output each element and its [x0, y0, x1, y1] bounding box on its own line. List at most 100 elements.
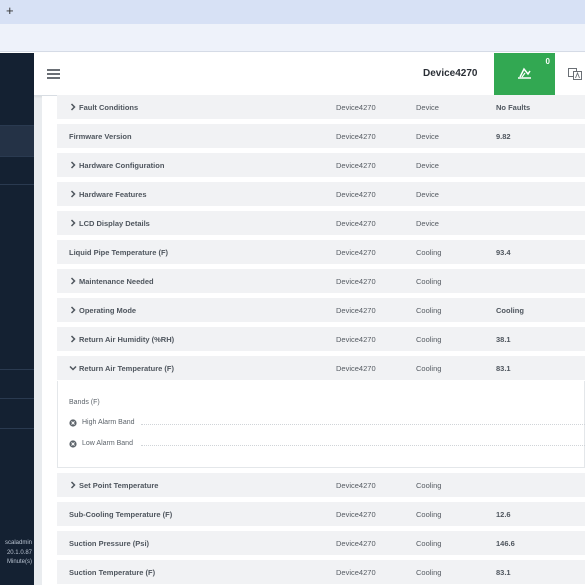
new-tab-button[interactable]: +	[6, 3, 14, 18]
parameter-category: Cooling	[416, 335, 442, 344]
parameter-value: 9.82	[496, 132, 511, 141]
parameter-device: Device4270	[336, 539, 376, 548]
list-item[interactable]: Liquid Pipe Temperature (F) Device4270 Coo…	[57, 240, 585, 264]
parameter-value: 146.6	[496, 539, 515, 548]
sidebar-divider	[0, 398, 34, 399]
parameter-name: Hardware Features	[79, 190, 147, 199]
parameter-device: Device4270	[336, 132, 376, 141]
parameter-device: Device4270	[336, 103, 376, 112]
parameter-device: Device4270	[336, 364, 376, 373]
parameter-name: Fault Conditions	[79, 103, 139, 112]
parameter-name: Set Point Temperature	[79, 481, 159, 490]
list-item[interactable]: Maintenance Needed Device4270 Cooling	[57, 269, 585, 293]
chevron-right-icon	[70, 306, 76, 314]
parameter-value: 83.1	[496, 364, 511, 373]
band-track	[141, 445, 585, 446]
list-item[interactable]: Operating Mode Device4270 Cooling Cooling	[57, 298, 585, 322]
list-item[interactable]: LCD Display Details Device4270 Device	[57, 211, 585, 235]
alarm-bell-icon	[518, 67, 531, 79]
sidebar-divider	[0, 428, 34, 429]
high-alarm-band[interactable]: High Alarm Band	[69, 418, 585, 430]
sidebar: scaladmin 20.1.0.87 Minute(s)	[0, 53, 34, 585]
parameter-name: Firmware Version	[69, 132, 132, 141]
band-track	[141, 424, 585, 425]
content-gutter	[34, 96, 42, 585]
parameter-category: Cooling	[416, 306, 442, 315]
list-item[interactable]: Fault Conditions Device4270 Device No Fault…	[57, 95, 585, 119]
browser-tab-bar: +	[0, 0, 585, 24]
parameter-device: Device4270	[336, 248, 376, 257]
list-item[interactable]: Sub-Cooling Temperature (F) Device4270 Coo…	[57, 502, 585, 526]
parameter-category: Cooling	[416, 364, 442, 373]
chevron-right-icon	[70, 335, 76, 343]
parameter-value: Cooling	[496, 306, 524, 315]
hamburger-icon[interactable]	[47, 69, 60, 79]
parameter-value: 83.1	[496, 568, 511, 577]
sidebar-version: 20.1.0.87	[6, 550, 32, 556]
parameter-category: Device	[416, 219, 439, 228]
parameter-name: Hardware Configuration	[79, 161, 165, 170]
chevron-right-icon	[70, 190, 76, 198]
parameter-category: Cooling	[416, 481, 442, 490]
parameter-value: 38.1	[496, 335, 511, 344]
parameter-device: Device4270	[336, 190, 376, 199]
sidebar-refresh: Minute(s)	[6, 559, 32, 565]
parameter-value: 93.4	[496, 248, 511, 257]
list-item[interactable]: Hardware Configuration Device4270 Device	[57, 153, 585, 177]
parameter-device: Device4270	[336, 306, 376, 315]
chevron-right-icon	[70, 161, 76, 169]
chevron-right-icon	[70, 219, 76, 227]
chevron-right-icon	[70, 481, 76, 489]
list-item[interactable]: Firmware Version Device4270 Device 9.82	[57, 124, 585, 148]
parameter-name: Return Air Humidity (%RH)	[79, 335, 175, 344]
sidebar-divider	[0, 369, 34, 370]
list-item[interactable]: Suction Pressure (Psi) Device4270 Cooling 1…	[57, 531, 585, 555]
list-item[interactable]: Set Point Temperature Device4270 Cooling	[57, 473, 585, 497]
high-alarm-label: High Alarm Band	[82, 419, 135, 426]
translate-icon[interactable]	[568, 67, 582, 81]
parameter-device: Device4270	[336, 481, 376, 490]
parameter-device: Device4270	[336, 219, 376, 228]
list-item[interactable]: Hardware Features Device4270 Device	[57, 182, 585, 206]
alarm-count-badge: 0	[545, 57, 550, 66]
parameter-name: Operating Mode	[79, 306, 137, 315]
list-item[interactable]: Suction Temperature (F) Device4270 Cooling…	[57, 560, 585, 584]
parameter-name: LCD Display Details	[79, 219, 150, 228]
parameter-category: Cooling	[416, 539, 442, 548]
sidebar-item-active[interactable]	[0, 126, 34, 156]
parameter-category: Device	[416, 103, 439, 112]
browser-address-bar[interactable]	[0, 24, 585, 52]
parameter-value: 12.6	[496, 510, 511, 519]
parameter-category: Device	[416, 161, 439, 170]
parameter-name: Suction Temperature (F)	[69, 568, 156, 577]
parameter-device: Device4270	[336, 277, 376, 286]
expanded-bands-panel: Bands (F) High Alarm Band Low Alarm Band	[57, 381, 585, 468]
parameter-category: Device	[416, 132, 439, 141]
list-item[interactable]: Return Air Humidity (%RH) Device4270 Cooli…	[57, 327, 585, 351]
chevron-right-icon	[70, 277, 76, 285]
parameter-category: Cooling	[416, 277, 442, 286]
parameter-category: Cooling	[416, 568, 442, 577]
top-header: Device4270 0	[34, 53, 585, 96]
sidebar-divider	[0, 156, 34, 157]
sidebar-user: scaladmin	[4, 540, 32, 546]
parameter-name: Suction Pressure (Psi)	[69, 539, 150, 548]
device-title: Device4270	[423, 68, 478, 79]
parameter-name: Maintenance Needed	[79, 277, 154, 286]
parameter-device: Device4270	[336, 510, 376, 519]
chevron-right-icon	[70, 103, 76, 111]
alarm-button[interactable]: 0	[494, 53, 555, 96]
parameter-name: Sub-Cooling Temperature (F)	[69, 510, 173, 519]
close-circle-icon	[69, 440, 77, 448]
bands-label: Bands (F)	[69, 399, 100, 406]
sidebar-divider	[0, 184, 34, 185]
parameter-list: Fault Conditions Device4270 Device No Fault…	[42, 95, 585, 585]
parameter-name: Return Air Temperature (F)	[79, 364, 175, 373]
list-item[interactable]: Return Air Temperature (F) Device4270 Cool…	[57, 356, 585, 380]
low-alarm-band[interactable]: Low Alarm Band	[69, 439, 585, 451]
parameter-name: Liquid Pipe Temperature (F)	[69, 248, 169, 257]
parameter-device: Device4270	[336, 335, 376, 344]
parameter-device: Device4270	[336, 161, 376, 170]
chevron-down-icon	[69, 365, 77, 371]
low-alarm-label: Low Alarm Band	[82, 440, 133, 447]
